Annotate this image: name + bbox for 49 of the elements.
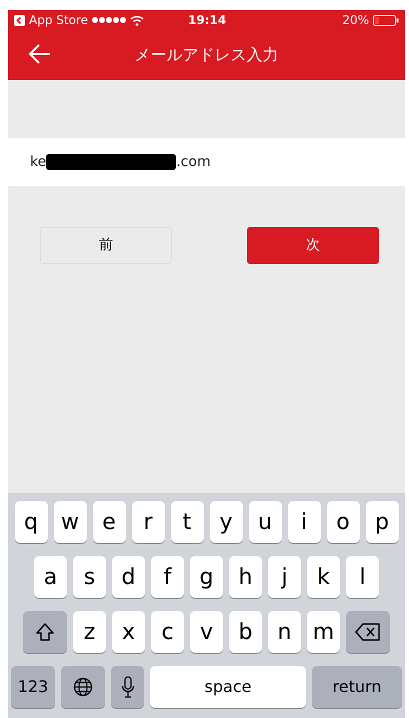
key[interactable]: s (73, 556, 106, 598)
key[interactable]: v (190, 611, 223, 653)
key[interactable]: a (34, 556, 67, 598)
key[interactable]: d (112, 556, 145, 598)
numbers-key[interactable]: 123 (11, 666, 55, 708)
key[interactable]: x (112, 611, 145, 653)
key[interactable]: k (307, 556, 340, 598)
key[interactable]: q (14, 501, 48, 543)
key[interactable]: w (54, 501, 86, 543)
signal-icon (92, 16, 126, 24)
key[interactable]: h (229, 556, 262, 598)
next-button[interactable]: 次 (247, 227, 379, 264)
key[interactable]: p (366, 501, 398, 543)
key[interactable]: f (151, 556, 184, 598)
battery-icon (373, 14, 399, 26)
key[interactable]: u (248, 501, 282, 543)
previous-button[interactable]: 前 (40, 227, 172, 264)
key[interactable]: y (210, 501, 242, 543)
page-title: メールアドレス入力 (134, 44, 278, 66)
space-key[interactable]: space (150, 666, 306, 708)
microphone-icon (120, 676, 134, 698)
wifi-icon (130, 14, 144, 26)
key[interactable]: g (190, 556, 223, 598)
back-arrow-icon (28, 43, 52, 65)
email-field[interactable]: ke .com (8, 138, 405, 186)
key[interactable]: z (73, 611, 106, 653)
shift-key[interactable] (23, 611, 67, 653)
backspace-icon (355, 623, 381, 641)
return-key[interactable]: return (312, 666, 402, 708)
status-time: 19:14 (188, 12, 226, 29)
key[interactable]: i (288, 501, 320, 543)
battery-percent: 20% (342, 12, 369, 29)
globe-key[interactable] (61, 666, 105, 708)
key[interactable]: c (151, 611, 184, 653)
key[interactable]: b (229, 611, 262, 653)
backspace-key[interactable] (346, 611, 390, 653)
key[interactable]: o (326, 501, 360, 543)
back-link[interactable]: App Store (29, 11, 88, 29)
key[interactable]: n (268, 611, 301, 653)
key[interactable]: m (307, 611, 340, 653)
microphone-key[interactable] (111, 666, 144, 708)
key[interactable]: t (170, 501, 204, 543)
key[interactable]: l (346, 556, 379, 598)
key[interactable]: e (92, 501, 126, 543)
back-button[interactable] (28, 43, 52, 65)
shift-icon (35, 622, 55, 642)
globe-icon (73, 677, 93, 697)
key[interactable]: r (132, 501, 164, 543)
key[interactable]: j (268, 556, 301, 598)
